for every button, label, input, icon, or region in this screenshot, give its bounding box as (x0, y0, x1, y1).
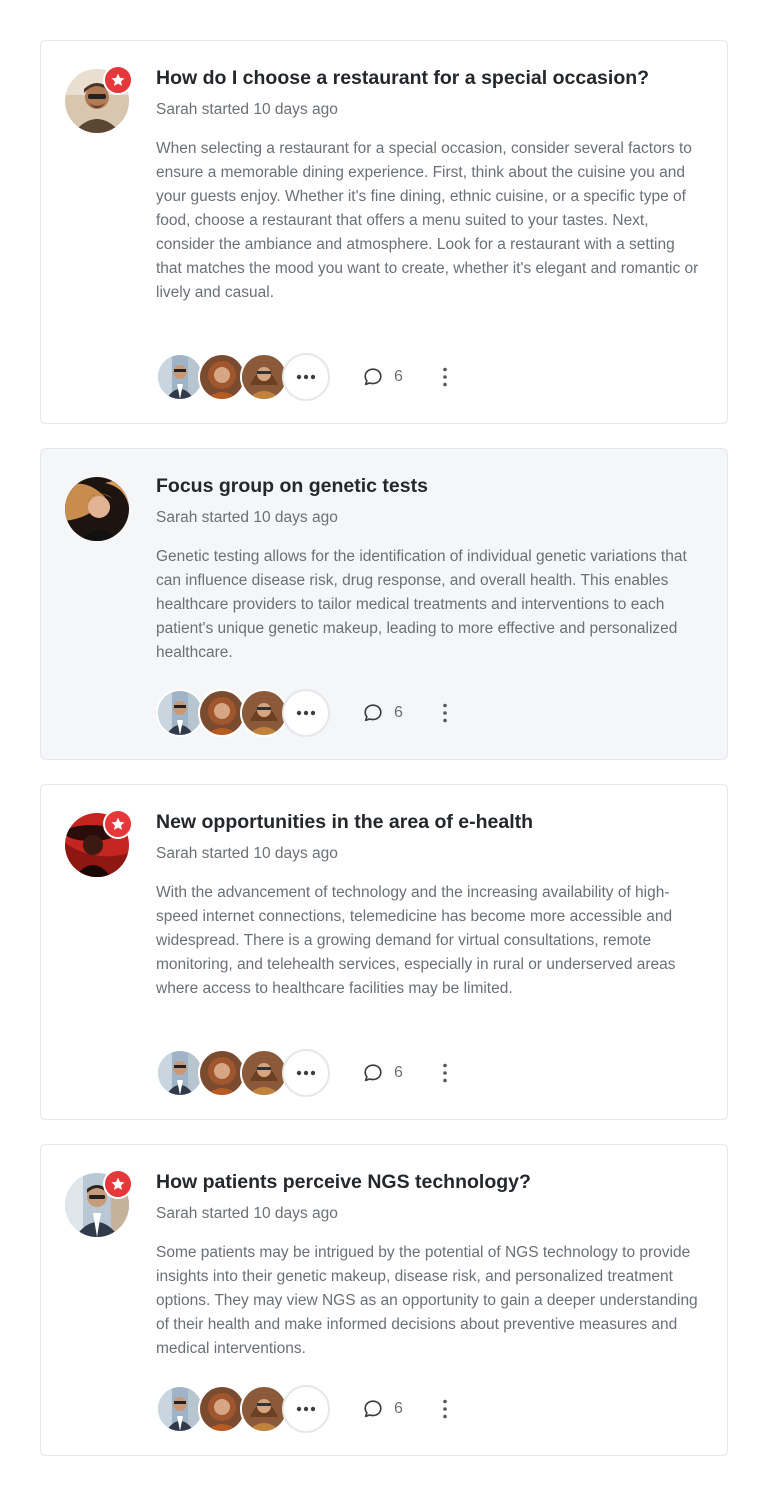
participant-avatar[interactable] (198, 1385, 246, 1433)
thread-options-button[interactable] (433, 701, 457, 725)
thread-excerpt: Some patients may be intrigued by the po… (156, 1244, 698, 1357)
more-participants-button[interactable] (282, 1385, 330, 1433)
star-icon (111, 817, 125, 830)
thread-footer: 6 (156, 1385, 457, 1433)
more-horizontal-icon (296, 710, 316, 716)
thread-meta: Sarah started 10 days ago (156, 509, 338, 526)
thread-card[interactable]: How do I choose a restaurant for a speci… (40, 40, 728, 424)
thread-excerpt: With the advancement of technology and t… (156, 884, 676, 997)
comments-button[interactable]: 6 (362, 1062, 403, 1084)
participant-avatars (156, 1049, 330, 1097)
participant-avatar[interactable] (156, 689, 204, 737)
thread-options-button[interactable] (433, 1397, 457, 1421)
starred-badge (103, 1169, 133, 1199)
more-vertical-icon (443, 1399, 447, 1419)
thread-footer: 6 (156, 1049, 457, 1097)
thread-content: How do I choose a restaurant for a speci… (156, 65, 703, 305)
participant-avatar[interactable] (240, 353, 288, 401)
thread-title[interactable]: New opportunities in the area of e-healt… (156, 809, 703, 835)
comments-button[interactable]: 6 (362, 1398, 403, 1420)
thread-meta: Sarah started 10 days ago (156, 1205, 338, 1222)
participant-avatar[interactable] (156, 1385, 204, 1433)
thread-footer: 6 (156, 353, 457, 401)
starred-badge (103, 809, 133, 839)
thread-content: Focus group on genetic tests Sarah start… (156, 473, 703, 665)
participant-avatars (156, 689, 330, 737)
participant-avatar[interactable] (240, 1049, 288, 1097)
author-avatar[interactable] (65, 477, 129, 541)
thread-excerpt: When selecting a restaurant for a specia… (156, 140, 699, 301)
thread-card[interactable]: New opportunities in the area of e-healt… (40, 784, 728, 1120)
thread-card[interactable]: Focus group on genetic tests Sarah start… (40, 448, 728, 760)
author-avatar-container (65, 1169, 133, 1237)
more-horizontal-icon (296, 1070, 316, 1076)
more-participants-button[interactable] (282, 689, 330, 737)
participant-avatar[interactable] (198, 1049, 246, 1097)
author-avatar-container (65, 65, 133, 133)
thread-content: New opportunities in the area of e-healt… (156, 809, 703, 1001)
author-avatar-container (65, 809, 133, 877)
participant-avatar[interactable] (198, 353, 246, 401)
comments-button[interactable]: 6 (362, 702, 403, 724)
thread-card[interactable]: How patients perceive NGS technology? Sa… (40, 1144, 728, 1456)
participant-avatars (156, 353, 330, 401)
participant-avatar[interactable] (240, 1385, 288, 1433)
thread-title[interactable]: Focus group on genetic tests (156, 473, 703, 499)
thread-content: How patients perceive NGS technology? Sa… (156, 1169, 703, 1361)
starred-badge (103, 65, 133, 95)
more-participants-button[interactable] (282, 1049, 330, 1097)
comment-icon (364, 1400, 382, 1418)
thread-options-button[interactable] (433, 1061, 457, 1085)
participant-avatar[interactable] (198, 689, 246, 737)
comment-count: 6 (394, 704, 403, 721)
more-vertical-icon (443, 703, 447, 723)
thread-excerpt: Genetic testing allows for the identific… (156, 548, 687, 661)
participant-avatars (156, 1385, 330, 1433)
thread-footer: 6 (156, 689, 457, 737)
more-vertical-icon (443, 367, 447, 387)
star-icon (111, 1177, 125, 1190)
thread-options-button[interactable] (433, 365, 457, 389)
participant-avatar[interactable] (156, 1049, 204, 1097)
thread-meta: Sarah started 10 days ago (156, 101, 338, 118)
thread-title[interactable]: How patients perceive NGS technology? (156, 1169, 703, 1195)
comment-count: 6 (394, 1064, 403, 1081)
comment-count: 6 (394, 1400, 403, 1417)
author-avatar-container (65, 477, 129, 541)
participant-avatar[interactable] (240, 689, 288, 737)
more-horizontal-icon (296, 374, 316, 380)
comment-icon (364, 1064, 382, 1082)
participant-avatar[interactable] (156, 353, 204, 401)
more-participants-button[interactable] (282, 353, 330, 401)
more-vertical-icon (443, 1063, 447, 1083)
more-horizontal-icon (296, 1406, 316, 1412)
comment-icon (364, 368, 382, 386)
thread-meta: Sarah started 10 days ago (156, 845, 338, 862)
comment-icon (364, 704, 382, 722)
comments-button[interactable]: 6 (362, 366, 403, 388)
thread-title[interactable]: How do I choose a restaurant for a speci… (156, 65, 703, 91)
star-icon (111, 73, 125, 86)
comment-count: 6 (394, 368, 403, 385)
